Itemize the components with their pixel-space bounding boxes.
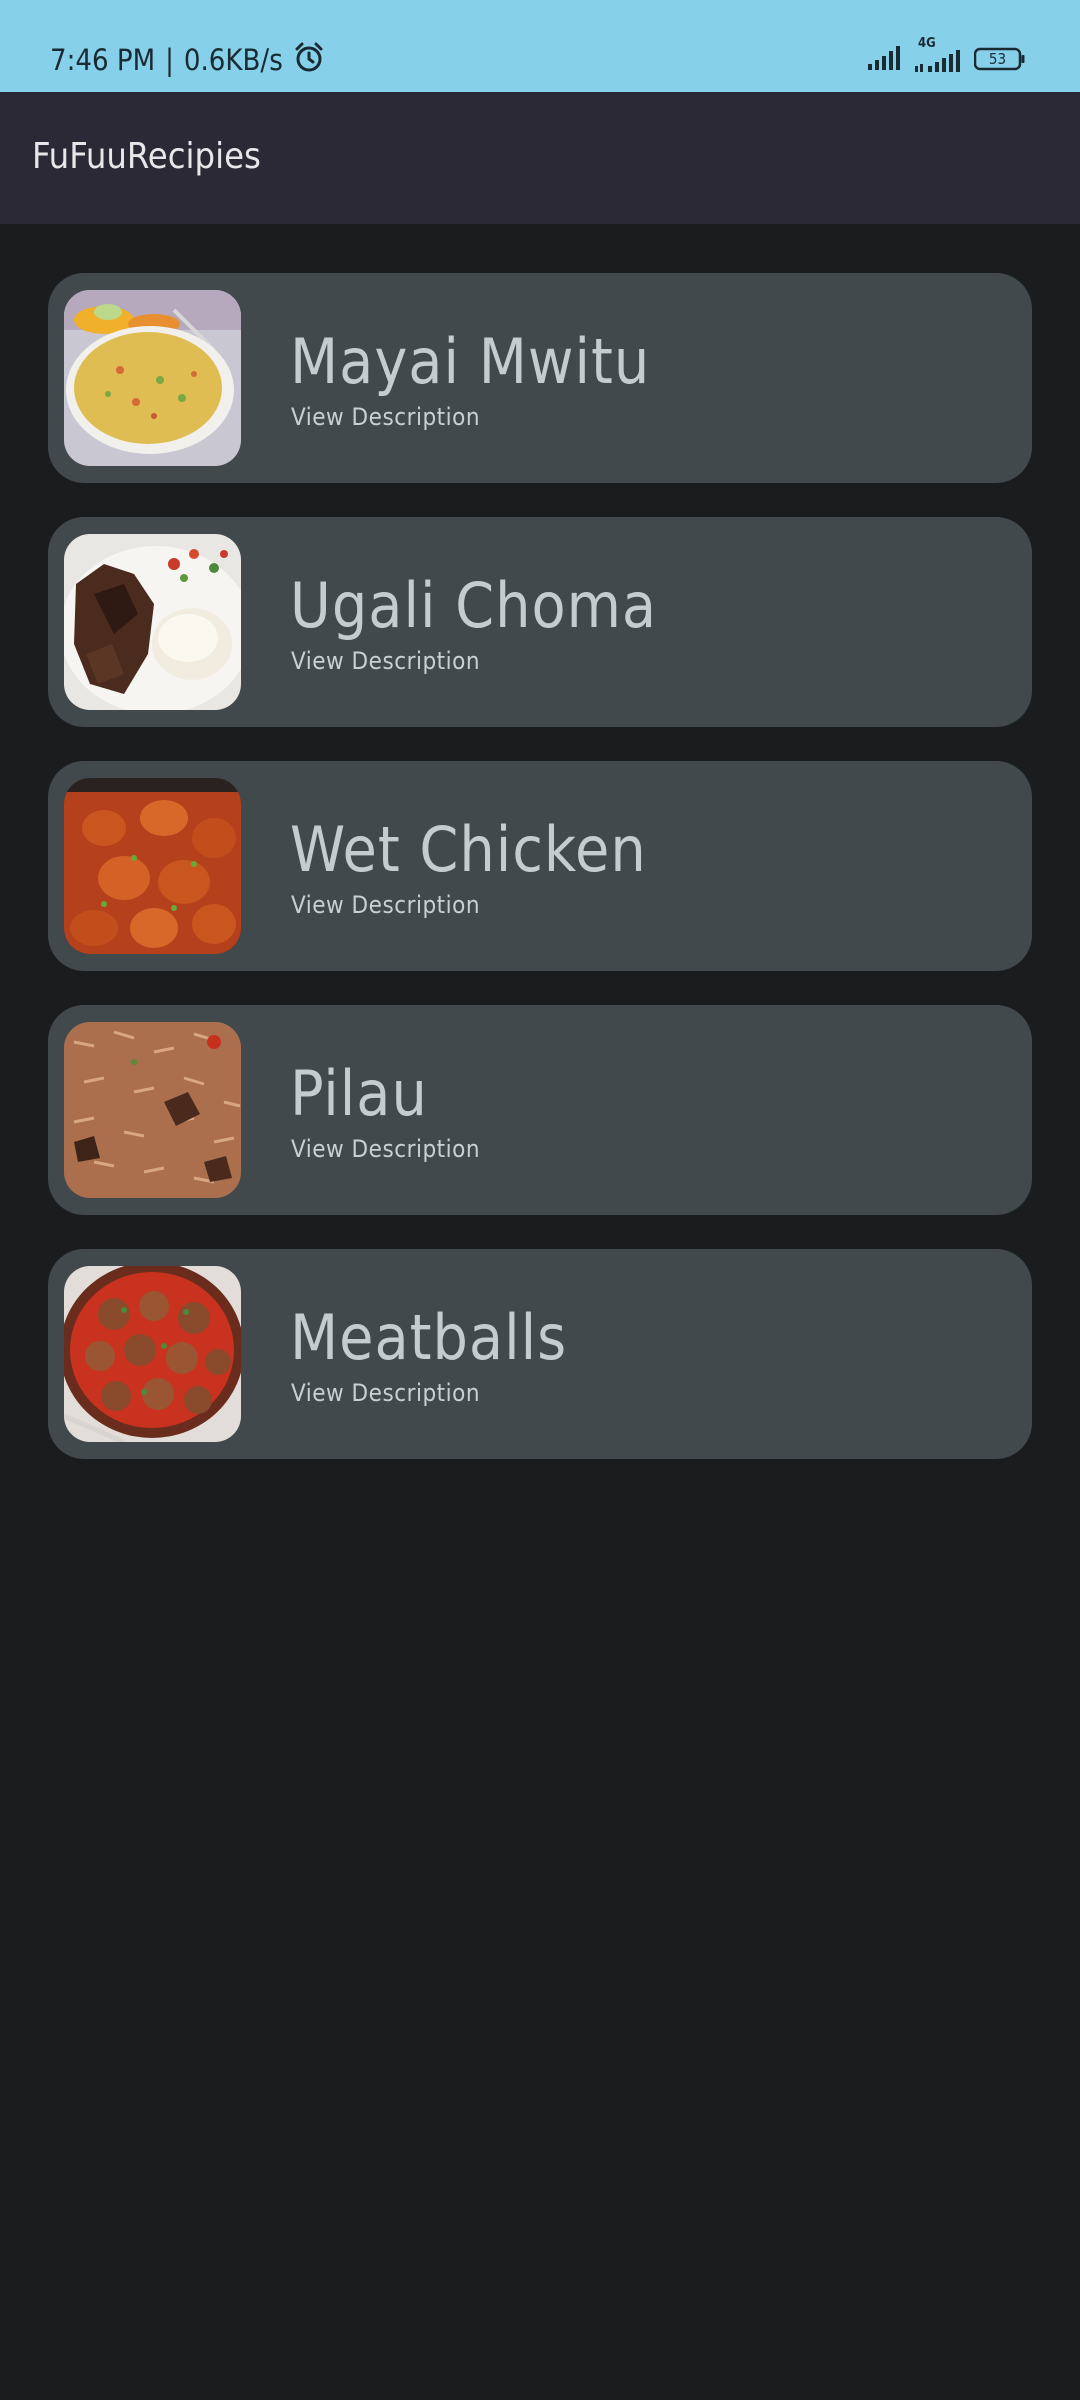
status-bar: 7:46 PM | 0.6KB/s 4G 53 xyxy=(0,0,1080,92)
status-time: 7:46 PM xyxy=(50,43,156,77)
alarm-clock-icon xyxy=(293,41,325,80)
recipe-card[interactable]: Mayai Mwitu View Description xyxy=(48,273,1032,483)
network-4g-signal-icon: 4G xyxy=(914,36,964,74)
recipe-name: Mayai Mwitu xyxy=(290,325,651,398)
view-description-link[interactable]: View Description xyxy=(291,891,480,919)
view-description-link[interactable]: View Description xyxy=(291,1135,480,1163)
app-title: FuFuuRecipies xyxy=(32,136,261,177)
recipe-card[interactable]: Meatballs View Description xyxy=(48,1249,1032,1459)
ugali-nyama-food-image xyxy=(64,534,241,710)
recipe-name: Ugali Choma xyxy=(290,569,658,642)
battery-level: 53 xyxy=(988,50,1007,68)
view-description-link[interactable]: View Description xyxy=(291,1379,480,1407)
status-separator: | xyxy=(165,43,174,77)
status-right: 4G 53 xyxy=(868,36,1026,74)
chicken-food-image xyxy=(64,778,241,954)
recipe-name: Wet Chicken xyxy=(290,813,647,886)
status-left: 7:46 PM | 0.6KB/s xyxy=(50,38,325,82)
meatballs-food-image xyxy=(64,1266,241,1442)
view-description-link[interactable]: View Description xyxy=(291,403,480,431)
view-description-link[interactable]: View Description xyxy=(291,647,480,675)
pilau-rice-food-image xyxy=(64,1022,241,1198)
recipe-name: Meatballs xyxy=(290,1301,568,1374)
signal-strength-icon xyxy=(868,44,904,74)
recipe-card[interactable]: Wet Chicken View Description xyxy=(48,761,1032,971)
status-speed: 0.6KB/s xyxy=(183,43,283,77)
recipe-list: Mayai Mwitu View Description Ugali Choma… xyxy=(48,273,1032,1493)
recipe-name: Pilau xyxy=(290,1057,428,1130)
omelette-food-image xyxy=(64,290,241,466)
app-bar: FuFuuRecipies xyxy=(0,92,1080,224)
battery-icon: 53 xyxy=(974,47,1026,71)
recipe-card[interactable]: Pilau View Description xyxy=(48,1005,1032,1215)
recipe-card[interactable]: Ugali Choma View Description xyxy=(48,517,1032,727)
